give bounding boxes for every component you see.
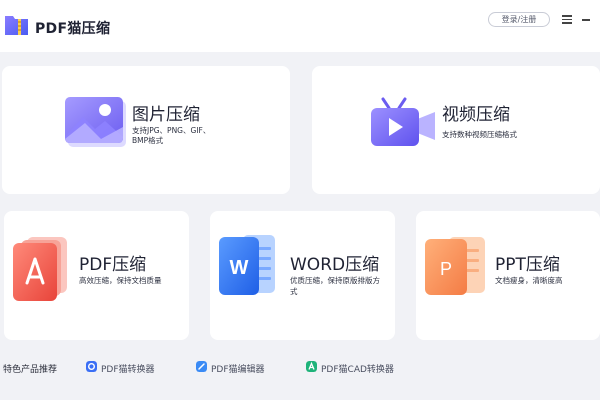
word-compress-desc-line2: 式 [290,287,298,296]
pdf-compress-title: PDF压缩 [79,255,147,275]
video-compress-title: 视频压缩 [442,105,510,125]
video-compress-desc: 支持数种视频压缩格式 [442,130,517,139]
hamburger-menu-icon[interactable] [562,15,572,24]
ppt-compress-card[interactable]: P PPT压缩 文档瘦身，清晰度高 [416,211,600,340]
video-camera-icon [371,97,435,146]
image-compress-title: 图片压缩 [132,105,200,125]
word-file-icon: W [219,235,275,295]
svg-text:P: P [440,259,452,279]
ppt-file-icon: P [425,237,485,295]
ppt-compress-desc: 文档瘦身，清晰度高 [495,276,563,285]
ppt-compress-title: PPT压缩 [495,255,560,275]
image-compress-card[interactable]: 图片压缩 支持JPG、PNG、GIF、 BMP格式 [2,66,290,194]
image-compress-desc-line2: BMP格式 [132,136,164,145]
title-bar: PDF猫压缩 登录/注册 [0,0,600,52]
pdf-compress-card[interactable]: PDF压缩 高效压缩，保持文档质量 [4,211,189,340]
pdf-editor-link[interactable]: PDF猫编辑器 [211,362,265,375]
word-compress-title: WORD压缩 [290,255,380,275]
word-compress-card[interactable]: W WORD压缩 优质压缩，保持原版排版方 式 [210,211,395,340]
pdf-file-icon [13,237,67,301]
svg-text:W: W [230,257,249,279]
image-icon [65,97,126,147]
pdf-converter-link[interactable]: PDF猫转换器 [101,362,155,375]
app-title: PDF猫压缩 [35,21,111,37]
app-logo-icon [5,16,28,35]
cad-converter-icon[interactable] [306,361,317,372]
pdf-editor-icon[interactable] [196,361,207,372]
minimize-icon[interactable] [582,19,590,21]
video-compress-card[interactable]: 视频压缩 支持数种视频压缩格式 [312,66,600,194]
featured-products-label: 特色产品推荐 [3,365,58,375]
pdf-converter-icon[interactable] [86,361,97,372]
word-compress-desc-line1: 优质压缩，保持原版排版方 [290,276,380,285]
pdf-compress-desc: 高效压缩，保持文档质量 [79,276,162,285]
login-register-button[interactable]: 登录/注册 [488,12,550,27]
cad-converter-link[interactable]: PDF猫CAD转换器 [321,362,394,375]
